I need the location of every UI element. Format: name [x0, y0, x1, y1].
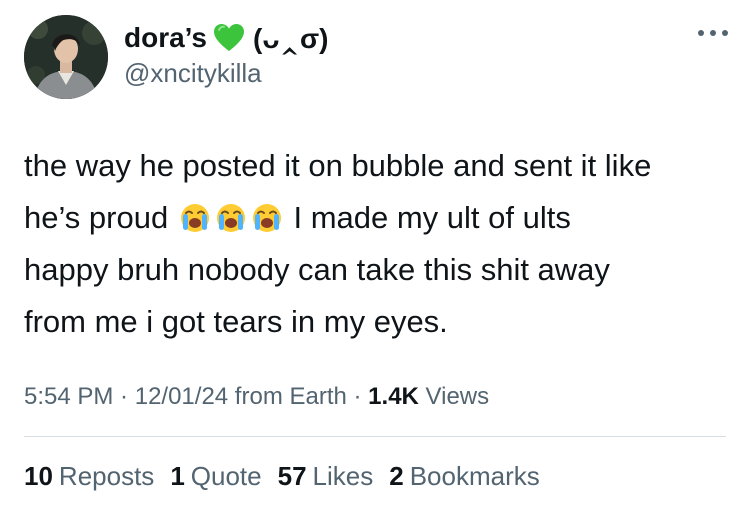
author-display-name: dora’s: [124, 22, 207, 53]
tweet-line-with-emoji: he’s proud I made my ult of ults: [24, 192, 724, 244]
engagement-stats: 10 Reposts 1 Quote 57 Likes 2 Bookmarks: [24, 458, 540, 494]
tweet-card: dora’s (ᴗ‸σ) @xncitykilla the way he pos…: [0, 0, 750, 507]
tweet-text: the way he posted it on bubble and sent …: [24, 140, 724, 348]
reposts-stat[interactable]: 10 Reposts: [24, 458, 154, 494]
tweet-line: from me i got tears in my eyes.: [24, 304, 448, 339]
loudly-crying-face-icon: [180, 204, 209, 232]
more-dot: [722, 30, 728, 36]
tweet-time[interactable]: 5:54 PM: [24, 383, 113, 410]
tweet-source: from Earth: [228, 383, 347, 410]
more-dot: [698, 30, 704, 36]
tweet-line-part: he’s proud: [24, 200, 169, 235]
tweet-meta: 5:54 PM · 12/01/24 from Earth · 1.4K Vie…: [24, 380, 489, 414]
meta-separator: ·: [346, 383, 369, 410]
more-dot: [710, 30, 716, 36]
more-options-icon[interactable]: [698, 28, 728, 38]
loudly-crying-face-icon: [252, 204, 281, 232]
author-handle[interactable]: @xncitykilla: [124, 56, 328, 90]
tweet-line: the way he posted it on bubble and sent …: [24, 148, 652, 183]
likes-label: Likes: [312, 461, 374, 491]
views-count: 1.4K: [368, 383, 419, 410]
reposts-count: 10: [24, 461, 53, 491]
avatar-image: [24, 15, 108, 99]
author-emoticon: (ᴗ‸σ): [253, 22, 329, 54]
bookmarks-label: Bookmarks: [409, 461, 540, 491]
divider: [24, 436, 726, 437]
tweet-line-part: I made my ult of ults: [293, 200, 571, 235]
author-name-row[interactable]: dora’s (ᴗ‸σ): [124, 18, 328, 58]
bookmarks-count: 2: [389, 461, 404, 491]
green-heart-icon: [213, 23, 245, 53]
tweet-line: happy bruh nobody can take this shit awa…: [24, 252, 610, 287]
bookmarks-stat[interactable]: 2 Bookmarks: [389, 458, 540, 494]
loudly-crying-face-icon: [216, 204, 245, 232]
meta-separator: ·: [113, 383, 135, 410]
likes-stat[interactable]: 57 Likes: [278, 458, 374, 494]
quotes-label: Quote: [190, 461, 262, 491]
quotes-stat[interactable]: 1 Quote: [170, 458, 261, 494]
views-label: Views: [425, 383, 490, 410]
likes-count: 57: [277, 461, 307, 491]
reposts-label: Reposts: [58, 461, 155, 491]
tweet-date[interactable]: 12/01/24: [135, 383, 228, 410]
avatar[interactable]: [24, 15, 108, 99]
author-block[interactable]: dora’s (ᴗ‸σ) @xncitykilla: [124, 18, 328, 90]
quotes-count: 1: [170, 461, 185, 491]
